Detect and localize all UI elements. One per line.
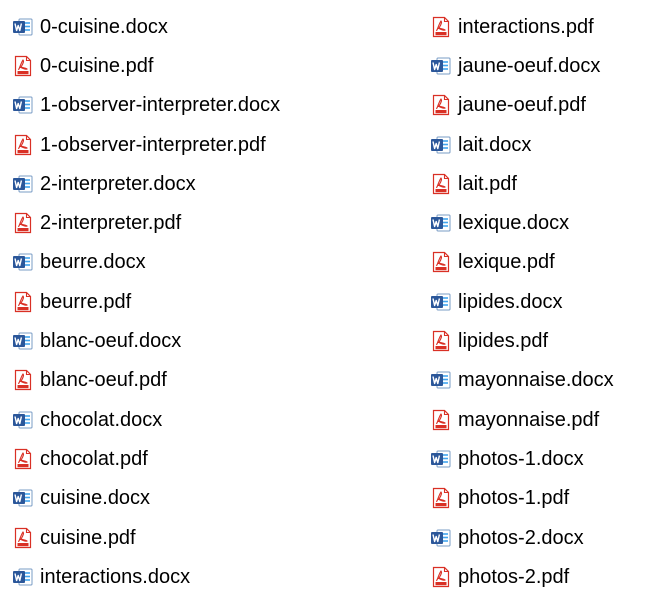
file-item[interactable]: 0-cuisine.pdf [12, 46, 280, 85]
file-name: beurre.pdf [40, 290, 132, 313]
file-name: lipides.pdf [458, 330, 549, 353]
file-name: chocolat.docx [40, 408, 163, 431]
word-document-icon [430, 448, 452, 470]
word-document-icon [12, 16, 34, 38]
file-name: 2-interpreter.docx [40, 172, 196, 195]
word-document-icon [12, 173, 34, 195]
file-name: jaune-oeuf.docx [458, 54, 601, 77]
file-name: photos-2.pdf [458, 565, 570, 588]
pdf-document-icon [430, 566, 452, 588]
word-document-icon [430, 134, 452, 156]
file-name: 0-cuisine.docx [40, 15, 168, 38]
file-name: jaune-oeuf.pdf [458, 94, 586, 117]
file-name: 2-interpreter.pdf [40, 212, 182, 235]
file-item[interactable]: blanc-oeuf.docx [12, 321, 280, 360]
file-item[interactable]: lexique.docx [430, 203, 614, 242]
file-name: photos-1.pdf [458, 487, 570, 510]
file-name: interactions.docx [40, 565, 191, 588]
word-document-icon [12, 566, 34, 588]
file-item[interactable]: lipides.docx [430, 282, 614, 321]
file-item[interactable]: 2-interpreter.pdf [12, 203, 280, 242]
file-item[interactable]: 0-cuisine.docx [12, 7, 280, 46]
file-name: blanc-oeuf.docx [40, 330, 182, 353]
file-item[interactable]: photos-1.docx [430, 439, 614, 478]
word-document-icon [12, 330, 34, 352]
file-name: 1-observer-interpreter.pdf [40, 133, 266, 156]
file-name: chocolat.pdf [40, 447, 148, 470]
file-name: 0-cuisine.pdf [40, 54, 154, 77]
file-name: lait.pdf [458, 172, 517, 195]
pdf-document-icon [430, 409, 452, 431]
file-name: mayonnaise.docx [458, 369, 614, 392]
file-item[interactable]: blanc-oeuf.pdf [12, 361, 280, 400]
file-item[interactable]: mayonnaise.docx [430, 361, 614, 400]
word-document-icon [12, 409, 34, 431]
file-item[interactable]: interactions.pdf [430, 7, 614, 46]
word-document-icon [430, 527, 452, 549]
file-name: mayonnaise.pdf [458, 408, 600, 431]
file-name: photos-1.docx [458, 447, 584, 470]
word-document-icon [12, 251, 34, 273]
file-item[interactable]: 1-observer-interpreter.pdf [12, 125, 280, 164]
file-name: blanc-oeuf.pdf [40, 369, 167, 392]
file-column-left: 0-cuisine.docx 0-cuisine.pdf 1-observer-in… [12, 7, 280, 596]
file-item[interactable]: 2-interpreter.docx [12, 164, 280, 203]
file-item[interactable]: interactions.docx [12, 557, 280, 596]
file-item[interactable]: beurre.pdf [12, 282, 280, 321]
file-name: photos-2.docx [458, 526, 584, 549]
pdf-document-icon [12, 55, 34, 77]
file-item[interactable]: photos-1.pdf [430, 479, 614, 518]
file-item[interactable]: cuisine.docx [12, 479, 280, 518]
file-item[interactable]: chocolat.docx [12, 400, 280, 439]
pdf-document-icon [12, 448, 34, 470]
word-document-icon [430, 291, 452, 313]
pdf-document-icon [430, 330, 452, 352]
file-name: cuisine.pdf [40, 526, 136, 549]
file-name: lait.docx [458, 133, 532, 156]
file-item[interactable]: photos-2.pdf [430, 557, 614, 596]
file-list: 0-cuisine.docx 0-cuisine.pdf 1-observer-in… [0, 0, 659, 601]
pdf-document-icon [12, 369, 34, 391]
pdf-document-icon [430, 487, 452, 509]
file-item[interactable]: beurre.docx [12, 243, 280, 282]
word-document-icon [12, 94, 34, 116]
file-item[interactable]: lait.pdf [430, 164, 614, 203]
file-column-right: interactions.pdf jaune-oeuf.docx jaune-oeu… [430, 7, 614, 596]
file-item[interactable]: lexique.pdf [430, 243, 614, 282]
pdf-document-icon [430, 94, 452, 116]
pdf-document-icon [12, 291, 34, 313]
file-item[interactable]: jaune-oeuf.pdf [430, 86, 614, 125]
word-document-icon [430, 212, 452, 234]
pdf-document-icon [430, 173, 452, 195]
file-item[interactable]: cuisine.pdf [12, 518, 280, 557]
file-name: lexique.pdf [458, 251, 555, 274]
file-name: beurre.docx [40, 251, 146, 274]
file-name: interactions.pdf [458, 15, 594, 38]
file-item[interactable]: lipides.pdf [430, 321, 614, 360]
file-name: cuisine.docx [40, 487, 151, 510]
pdf-document-icon [12, 527, 34, 549]
word-document-icon [12, 487, 34, 509]
word-document-icon [430, 55, 452, 77]
pdf-document-icon [12, 212, 34, 234]
file-item[interactable]: mayonnaise.pdf [430, 400, 614, 439]
file-name: lipides.docx [458, 290, 563, 313]
pdf-document-icon [12, 134, 34, 156]
file-item[interactable]: chocolat.pdf [12, 439, 280, 478]
file-name: lexique.docx [458, 212, 570, 235]
file-item[interactable]: jaune-oeuf.docx [430, 46, 614, 85]
word-document-icon [430, 369, 452, 391]
pdf-document-icon [430, 251, 452, 273]
pdf-document-icon [430, 16, 452, 38]
file-item[interactable]: 1-observer-interpreter.docx [12, 86, 280, 125]
file-name: 1-observer-interpreter.docx [40, 94, 281, 117]
file-item[interactable]: photos-2.docx [430, 518, 614, 557]
file-item[interactable]: lait.docx [430, 125, 614, 164]
